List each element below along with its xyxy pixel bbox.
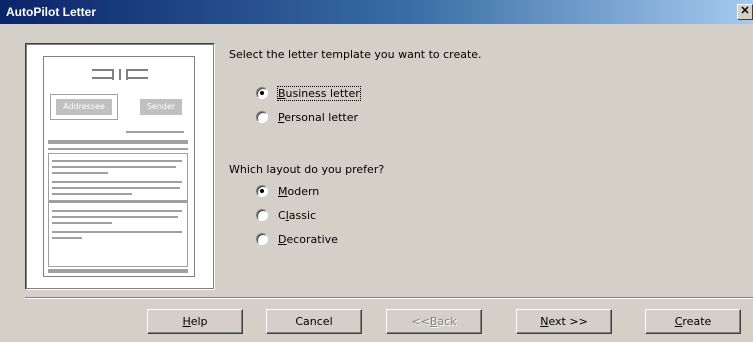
letter-preview: Addressee Sender [25, 43, 215, 290]
next-button[interactable]: Next >> [516, 309, 612, 334]
radio-label[interactable]: Modern [278, 185, 319, 198]
text-line [52, 172, 108, 174]
text-line [52, 210, 182, 212]
radio-button[interactable] [256, 111, 268, 123]
salutation-line [48, 148, 188, 150]
text-line [52, 160, 182, 162]
radio-button[interactable] [256, 209, 268, 221]
radio-label[interactable]: Personal letter [278, 111, 358, 124]
radio-button[interactable] [256, 233, 268, 245]
close-button[interactable]: ✕ [737, 4, 753, 20]
radio-label[interactable]: Classic [278, 209, 316, 222]
text-line [52, 237, 82, 239]
window-title: AutoPilot Letter [6, 5, 96, 19]
radio-label[interactable]: Decorative [278, 233, 338, 246]
text-line [52, 166, 176, 168]
section-bar [49, 200, 187, 203]
addressee-box: Addressee [56, 99, 112, 115]
radio-classic[interactable]: Classic [256, 208, 316, 222]
cancel-button[interactable]: Cancel [266, 309, 362, 334]
text-line [52, 187, 180, 189]
button-divider [25, 297, 753, 299]
back-button[interactable]: << Back [386, 309, 482, 334]
radio-modern[interactable]: Modern [256, 184, 319, 198]
radio-label[interactable]: Business letter [277, 85, 361, 101]
radio-button[interactable] [256, 185, 268, 197]
subject-bar [48, 140, 188, 144]
addressee-label: Addressee [63, 102, 105, 111]
radio-personal-letter[interactable]: Personal letter [256, 110, 358, 124]
radio-button[interactable] [256, 87, 268, 99]
preview-sheet: Addressee Sender [43, 56, 195, 277]
logo-graphic [92, 66, 148, 82]
preview-frame: Addressee Sender [26, 44, 214, 289]
body-frame [48, 153, 188, 267]
text-line [52, 216, 178, 218]
template-prompt: Select the letter template you want to c… [229, 48, 482, 61]
sender-label: Sender [146, 102, 176, 111]
help-button[interactable]: Help [147, 309, 243, 334]
layout-prompt: Which layout do you prefer? [229, 163, 385, 176]
footer-bar [48, 269, 188, 273]
title-bar: AutoPilot Letter ✕ [0, 0, 753, 24]
text-line [52, 222, 112, 224]
date-line [126, 131, 184, 133]
radio-decorative[interactable]: Decorative [256, 232, 338, 246]
sender-box: Sender [140, 99, 182, 115]
radio-business-letter[interactable]: Business letter [256, 85, 361, 101]
text-line [52, 231, 182, 233]
text-line [52, 193, 132, 195]
text-line [52, 181, 182, 183]
create-button[interactable]: Create [645, 309, 741, 334]
